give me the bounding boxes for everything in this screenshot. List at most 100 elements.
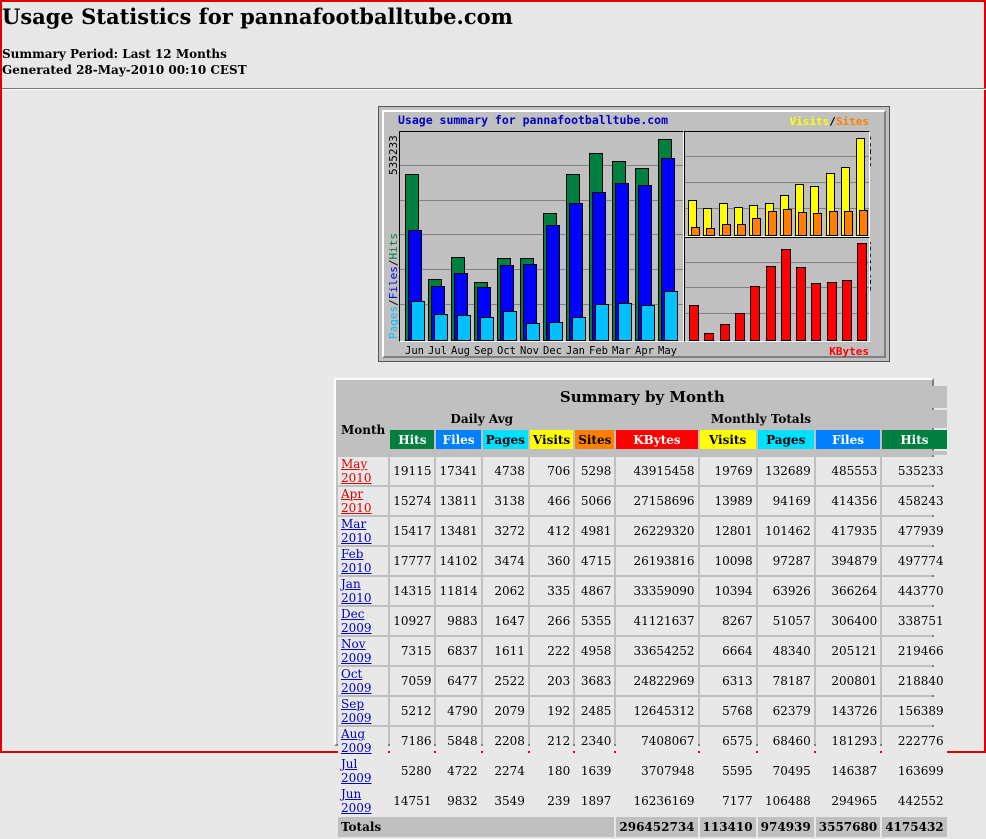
table-row: Feb 2010 17777 14102 3474 360 4715 26193816 100… — [338, 547, 947, 575]
table-row: Aug 2009 7186 5848 2208 212 2340 7408067 6575 68… — [338, 727, 947, 755]
cell-pages-daily: 2522 — [482, 667, 528, 695]
totals-kbytes: 296452734 — [616, 817, 698, 837]
cell-visits-daily: 239 — [529, 787, 574, 815]
month-cell: Sep 2009 — [338, 697, 389, 725]
cell-visits-daily: 180 — [529, 757, 574, 785]
cell-kbytes: 43915458 — [616, 457, 698, 485]
cell-files: 414356 — [815, 487, 881, 515]
cell-hits-daily: 14315 — [390, 577, 435, 605]
month-link[interactable]: May 2010 — [341, 457, 372, 485]
cell-files-daily: 9883 — [436, 607, 481, 635]
bar-sites-oct — [752, 218, 762, 236]
cell-files: 181293 — [815, 727, 881, 755]
plot-hits-files-pages — [399, 131, 684, 342]
bar-sites-nov — [767, 211, 777, 236]
cell-visits: 5595 — [699, 757, 756, 785]
bar-kbytes-dec — [780, 249, 791, 341]
cell-hits-daily: 14751 — [390, 787, 435, 815]
month-cell: Feb 2010 — [338, 547, 389, 575]
month-link[interactable]: Oct 2009 — [341, 667, 372, 695]
cell-hits: 218840 — [882, 667, 947, 695]
cell-kbytes: 16236169 — [616, 787, 698, 815]
month-link[interactable]: Nov 2009 — [341, 637, 372, 665]
cell-pages-daily: 2208 — [482, 727, 528, 755]
plot-kbytes — [684, 237, 870, 342]
bar-sites-jul — [706, 228, 716, 236]
summary-table: Summary by Month Month Daily Avg Monthly… — [336, 384, 949, 839]
plot-visits-sites — [684, 131, 870, 237]
cell-files-daily: 4790 — [436, 697, 481, 725]
cell-pages-daily: 2079 — [482, 697, 528, 725]
col-header-sub-monthly-pages: Pages — [757, 430, 814, 449]
month-header: Month — [338, 410, 389, 449]
summary-period: Summary Period: Last 12 Months — [2, 47, 227, 61]
cell-visits: 5768 — [699, 697, 756, 725]
bar-kbytes-apr — [842, 280, 852, 341]
month-cell: Oct 2009 — [338, 667, 389, 695]
month-link[interactable]: Jun 2009 — [341, 787, 372, 815]
cell-files-daily: 13481 — [436, 517, 481, 545]
bar-kbytes-mar — [826, 282, 837, 341]
table-row: Jun 2009 14751 9832 3549 239 1897 16236169 7177… — [338, 787, 947, 815]
cell-files: 306400 — [815, 607, 881, 635]
table-row: Nov 2009 7315 6837 1611 222 4958 33654252 6664 4… — [338, 637, 947, 665]
cell-hits: 219466 — [882, 637, 947, 665]
col-header-sub-monthly-hits: Hits — [882, 430, 947, 449]
bar-kbytes-nov — [765, 266, 776, 341]
cell-visits-daily: 192 — [529, 697, 574, 725]
cell-visits-daily: 412 — [529, 517, 574, 545]
cell-hits: 156389 — [882, 697, 947, 725]
cell-visits: 10394 — [699, 577, 756, 605]
cell-sites: 1639 — [575, 757, 615, 785]
bar-sites-jan — [798, 212, 808, 236]
bar-pages-aug — [457, 315, 471, 341]
cell-files: 143726 — [815, 697, 881, 725]
month-link[interactable]: Aug 2009 — [341, 727, 372, 755]
bar-pages-apr — [641, 305, 655, 341]
cell-hits-daily: 17777 — [390, 547, 435, 575]
bar-kbytes-oct — [750, 286, 761, 341]
month-link[interactable]: Mar 2010 — [341, 517, 372, 545]
cell-visits: 7177 — [699, 787, 756, 815]
bar-pages-mar — [618, 303, 632, 341]
bar-kbytes-feb — [811, 283, 822, 341]
cell-visits-daily: 203 — [529, 667, 574, 695]
cell-visits-daily: 266 — [529, 607, 574, 635]
month-tick-label: Oct — [497, 345, 516, 357]
cell-sites: 5355 — [575, 607, 615, 635]
month-cell: May 2010 — [338, 457, 389, 485]
month-tick-label: Mar — [612, 345, 631, 357]
cell-hits: 442552 — [882, 787, 947, 815]
cell-pages: 70495 — [757, 757, 814, 785]
bar-sites-dec — [782, 209, 792, 236]
month-tick-label: Aug — [451, 345, 470, 357]
month-link[interactable]: Sep 2009 — [341, 697, 372, 725]
month-link[interactable]: Jul 2009 — [341, 757, 372, 785]
grid-line — [400, 165, 683, 166]
cell-hits-daily: 15274 — [390, 487, 435, 515]
table-row: Sep 2009 5212 4790 2079 192 2485 12645312 5768 6… — [338, 697, 947, 725]
cell-kbytes: 12645312 — [616, 697, 698, 725]
cell-files: 200801 — [815, 667, 881, 695]
generated-date: Generated 28-May-2010 00:10 CEST — [2, 63, 247, 77]
month-link[interactable]: Feb 2010 — [341, 547, 372, 575]
cell-visits: 19769 — [699, 457, 756, 485]
totals-visits: 113410 — [699, 817, 756, 837]
cell-hits: 338751 — [882, 607, 947, 635]
month-link[interactable]: Jan 2010 — [341, 577, 372, 605]
cell-files-daily: 9832 — [436, 787, 481, 815]
cell-hits: 535233 — [882, 457, 947, 485]
month-link[interactable]: Dec 2009 — [341, 607, 372, 635]
bar-pages-jan — [572, 317, 586, 341]
graph-legend-top: Visits/Sites — [790, 115, 870, 128]
cell-pages-daily: 3272 — [482, 517, 528, 545]
month-link[interactable]: Apr 2010 — [341, 487, 372, 515]
totals-hits: 4175432 — [882, 817, 947, 837]
month-cell: Jan 2010 — [338, 577, 389, 605]
col-header-sub-daily-pages: Pages — [482, 430, 528, 449]
legend-kbytes: KBytes — [829, 345, 869, 358]
cell-pages-daily: 2274 — [482, 757, 528, 785]
cell-kbytes: 26229320 — [616, 517, 698, 545]
grid-line — [685, 262, 869, 263]
bar-pages-oct — [503, 311, 517, 341]
